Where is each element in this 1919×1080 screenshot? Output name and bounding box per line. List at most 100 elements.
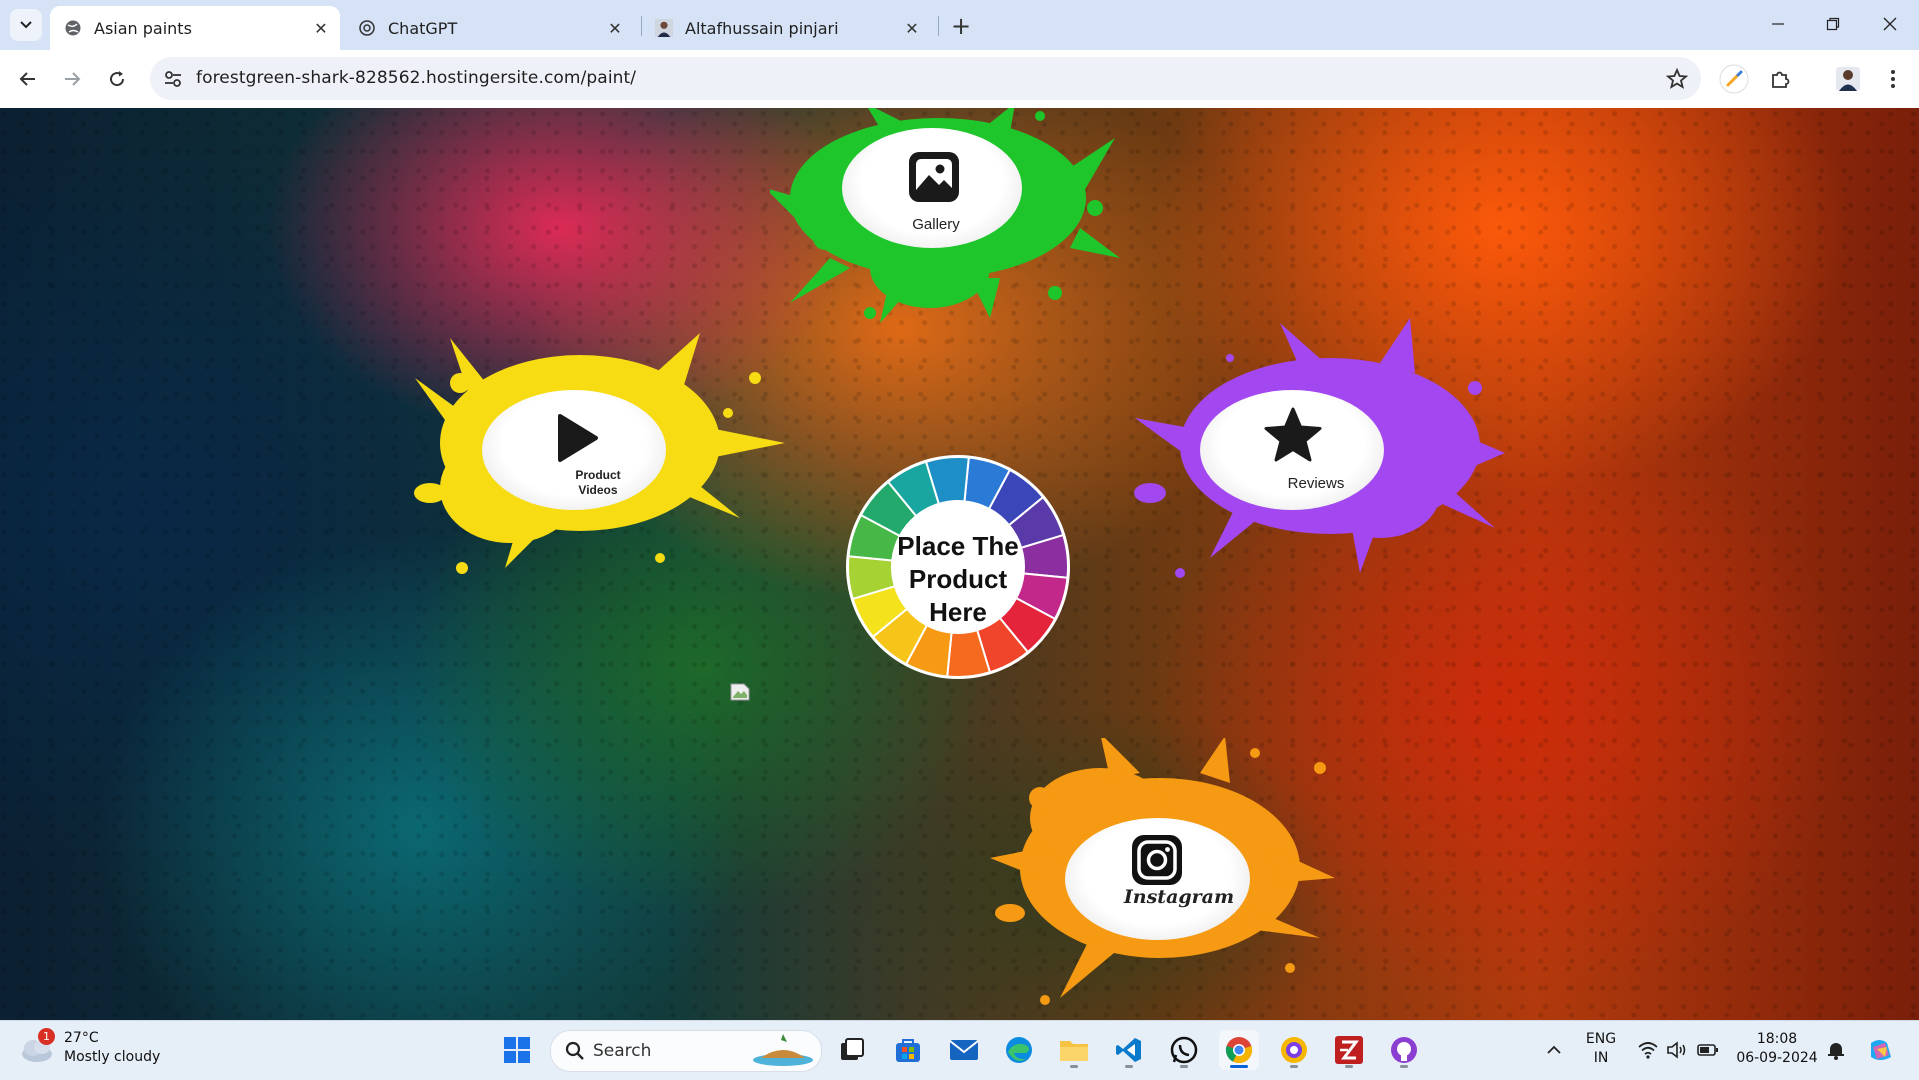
edge-icon (1006, 1037, 1032, 1063)
restore-icon (1826, 17, 1840, 31)
chrome-icon (1225, 1037, 1253, 1064)
instagram-button[interactable]: Instagram (990, 738, 1370, 1008)
tab-chatgpt[interactable]: ChatGPT ✕ (344, 6, 634, 50)
clock[interactable]: 18:08 06-09-2024 (1732, 1030, 1822, 1068)
language-line1: ENG (1585, 1031, 1617, 1047)
chatgpt-icon (358, 19, 376, 37)
start-button[interactable] (497, 1030, 537, 1070)
address-bar[interactable]: forestgreen-shark-828562.hostingersite.c… (150, 57, 1701, 100)
profile-button[interactable] (1830, 61, 1866, 97)
product-videos-label: Product Videos (408, 468, 788, 498)
reviews-button[interactable]: Reviews (1130, 318, 1510, 588)
drop-zone-line3: Here (929, 597, 987, 627)
product-videos-label-line1: Product (575, 468, 621, 482)
file-explorer-app[interactable] (1054, 1030, 1094, 1070)
extensions-button[interactable] (1762, 61, 1798, 97)
notification-badge: 1 (38, 1028, 55, 1045)
running-indicator (1345, 1065, 1353, 1068)
site-settings-icon[interactable] (162, 68, 184, 90)
github-desktop-app[interactable] (1384, 1030, 1424, 1070)
speaker-icon (1667, 1041, 1686, 1059)
whatsapp-app[interactable] (1164, 1030, 1204, 1070)
edge-app[interactable] (999, 1030, 1039, 1070)
reload-button[interactable] (99, 61, 135, 97)
running-indicator (1125, 1065, 1133, 1068)
battery-icon (1697, 1044, 1718, 1056)
product-videos-button[interactable]: Product Videos (410, 318, 790, 588)
copilot-button[interactable] (1860, 1030, 1900, 1070)
app-circle-yellow[interactable] (1274, 1030, 1314, 1070)
avatar (1836, 67, 1860, 91)
tab-altafhussain[interactable]: Altafhussain pinjari ✕ (641, 6, 931, 50)
close-icon (1883, 17, 1897, 31)
filezilla-icon (1335, 1036, 1363, 1064)
menu-button[interactable] (1875, 61, 1911, 97)
whatsapp-icon (1170, 1036, 1198, 1064)
plus-icon: + (950, 12, 972, 40)
microsoft-store-icon (896, 1039, 920, 1062)
language-indicator[interactable]: ENG IN (1578, 1030, 1624, 1068)
windows-logo-icon (504, 1037, 530, 1063)
chrome-app[interactable] (1219, 1030, 1259, 1070)
chevron-up-icon (1547, 1045, 1561, 1054)
tab-divider (938, 16, 939, 36)
task-view-icon (841, 1038, 864, 1060)
bell-icon (1828, 1043, 1844, 1060)
chevron-down-icon (20, 21, 32, 29)
restore-button[interactable] (1813, 8, 1853, 40)
globe-icon (64, 19, 82, 37)
drop-zone-text: Place The Product Here (870, 530, 1046, 629)
weather-temp: 27°C (64, 1030, 99, 1046)
tab-asian-paints[interactable]: Asian paints ✕ (50, 6, 340, 50)
forward-button[interactable] (54, 61, 90, 97)
taskbar-search[interactable]: Search (550, 1030, 822, 1072)
arrow-right-icon (65, 72, 81, 86)
github-icon (1391, 1037, 1417, 1063)
running-indicator (1180, 1065, 1188, 1068)
mail-icon (949, 1040, 979, 1060)
running-indicator (1400, 1065, 1408, 1068)
vscode-icon (1116, 1038, 1141, 1062)
task-view-button[interactable] (832, 1030, 872, 1070)
filezilla-app[interactable] (1329, 1030, 1369, 1070)
star-icon (1264, 407, 1322, 462)
close-window-button[interactable] (1870, 8, 1910, 40)
product-videos-label-line2: Videos (578, 483, 618, 497)
drop-zone-line1: Place The (897, 531, 1019, 561)
weather-condition: Mostly cloudy (64, 1049, 161, 1065)
new-tab-button[interactable]: + (948, 12, 974, 40)
tab-title: Altafhussain pinjari (685, 18, 839, 38)
vscode-app[interactable] (1109, 1030, 1149, 1070)
instagram-icon (1132, 835, 1182, 885)
drop-zone-line2: Product (908, 564, 1008, 594)
tab-title: Asian paints (94, 18, 192, 38)
bookmark-star-icon[interactable] (1665, 67, 1689, 91)
tab-search-button[interactable] (10, 9, 42, 41)
search-icon (565, 1041, 584, 1060)
minimize-icon (1772, 23, 1784, 25)
mail-app[interactable] (944, 1030, 984, 1070)
battery-status[interactable] (1690, 1030, 1726, 1070)
weather-widget[interactable]: 1 27°C Mostly cloudy (20, 1028, 161, 1067)
tab-title: ChatGPT (388, 18, 458, 38)
browser-toolbar: forestgreen-shark-828562.hostingersite.c… (0, 50, 1919, 108)
store-app[interactable] (888, 1030, 928, 1070)
extension-button[interactable] (1716, 61, 1752, 97)
running-indicator (1070, 1065, 1078, 1068)
close-icon[interactable]: ✕ (310, 17, 332, 39)
minimize-button[interactable] (1758, 8, 1798, 40)
clock-time: 18:08 (1756, 1031, 1798, 1047)
cloud-icon: 1 (20, 1028, 55, 1064)
app-icon (1281, 1037, 1307, 1063)
tab-strip: Asian paints ✕ ChatGPT ✕ Altafhussain pi… (0, 0, 1919, 50)
show-hidden-icons-button[interactable] (1533, 1030, 1575, 1070)
close-icon[interactable]: ✕ (901, 17, 923, 39)
gallery-button[interactable]: Gallery (770, 108, 1120, 328)
reviews-label: Reviews (1287, 475, 1345, 492)
close-icon[interactable]: ✕ (604, 17, 626, 39)
url-text[interactable]: forestgreen-shark-828562.hostingersite.c… (196, 68, 636, 88)
broken-image-icon (730, 683, 750, 701)
search-highlight-icon (753, 1034, 813, 1066)
back-button[interactable] (10, 61, 46, 97)
notifications-button[interactable] (1820, 1030, 1852, 1070)
